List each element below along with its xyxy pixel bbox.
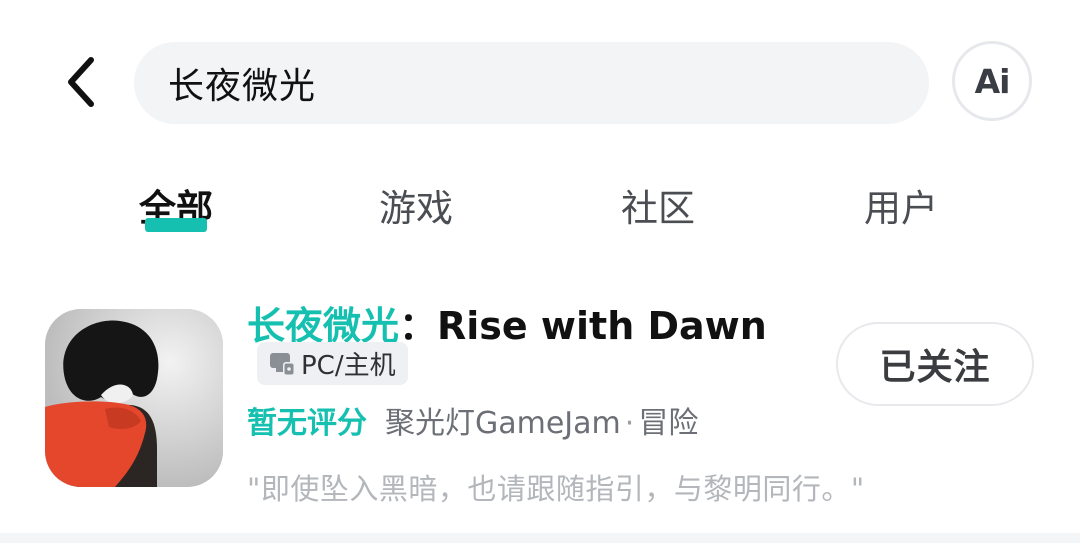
- platform-tag: PC/主机: [257, 342, 408, 385]
- tab-games[interactable]: 游戏: [379, 178, 453, 232]
- section-divider: [0, 533, 1080, 543]
- game-title-rest: ：Rise with Dawn: [399, 304, 767, 348]
- ai-button[interactable]: Ai: [952, 41, 1032, 121]
- back-button[interactable]: [55, 52, 105, 112]
- console-icon: [270, 352, 295, 376]
- search-input[interactable]: 长夜微光: [134, 42, 929, 124]
- game-artwork: [45, 309, 223, 487]
- ai-label: Ai: [974, 61, 1011, 101]
- game-icon[interactable]: [45, 309, 223, 487]
- tab-community[interactable]: 社区: [621, 178, 695, 232]
- meta-separator: ·: [624, 406, 635, 441]
- rating-text: 暂无评分: [247, 406, 367, 441]
- rating-line: 暂无评分 聚光灯GameJam · 冒险: [247, 398, 698, 442]
- platform-label: PC/主机: [301, 351, 396, 381]
- search-query: 长夜微光: [168, 66, 317, 107]
- follow-button[interactable]: 已关注: [836, 322, 1034, 406]
- game-quote: "即使坠入黑暗，也请跟随指引，与黎明同行。": [247, 472, 865, 506]
- tab-users[interactable]: 用户: [864, 178, 938, 232]
- chevron-left-icon: [68, 57, 94, 107]
- active-tab-indicator: [145, 218, 207, 232]
- tag-source: 聚光灯GameJam: [385, 406, 621, 441]
- follow-label: 已关注: [879, 347, 991, 388]
- genre-text: 冒险: [638, 406, 699, 441]
